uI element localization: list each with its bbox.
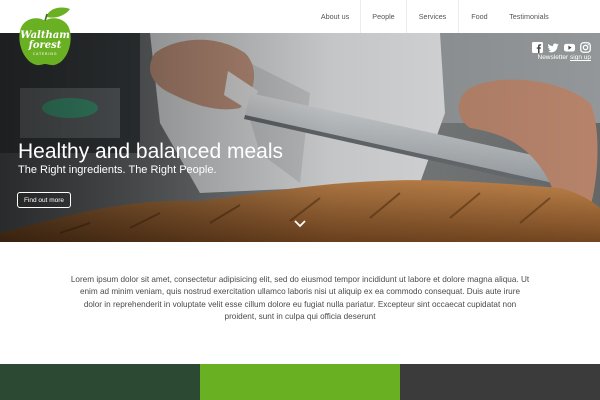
social-links <box>532 42 591 53</box>
hero-banner: Healthy and balanced meals The Right ing… <box>0 33 600 242</box>
site-logo[interactable]: Waltham forest CATERING <box>17 7 73 69</box>
nav-testimonials[interactable]: Testimonials <box>500 0 558 33</box>
logo-subtext: CATERING <box>33 52 58 56</box>
apple-logo-icon: Waltham forest CATERING <box>19 7 71 66</box>
instagram-icon[interactable] <box>580 42 591 53</box>
find-out-more-button[interactable]: Find out more <box>17 192 71 208</box>
nav-services[interactable]: Services <box>406 0 458 33</box>
newsletter-label: Newsletter <box>537 54 569 61</box>
nav-about-us[interactable]: About us <box>310 0 360 33</box>
twitter-icon[interactable] <box>548 42 559 53</box>
hero-background-image <box>0 33 600 242</box>
nav-people[interactable]: People <box>360 0 406 33</box>
chevron-down-icon[interactable] <box>294 220 306 228</box>
footer-band-grey <box>400 364 600 400</box>
logo-word-2: forest <box>28 40 62 51</box>
facebook-icon[interactable] <box>532 42 543 53</box>
youtube-icon[interactable] <box>564 42 575 53</box>
site-header: Waltham forest CATERING About us People … <box>0 0 600 66</box>
hero-subtitle: The Right ingredients. The Right People. <box>18 164 217 176</box>
main-nav: About us People Services Food Testimonia… <box>310 0 600 33</box>
nav-food[interactable]: Food <box>458 0 500 33</box>
sign-up-link[interactable]: sign up <box>570 54 591 61</box>
footer-band-dark-green <box>0 364 200 400</box>
intro-paragraph: Lorem ipsum dolor sit amet, consectetur … <box>70 275 530 321</box>
newsletter-signup: Newsletter sign up <box>538 54 592 61</box>
footer-band-green <box>200 364 400 400</box>
hero-title: Healthy and balanced meals <box>18 140 284 163</box>
